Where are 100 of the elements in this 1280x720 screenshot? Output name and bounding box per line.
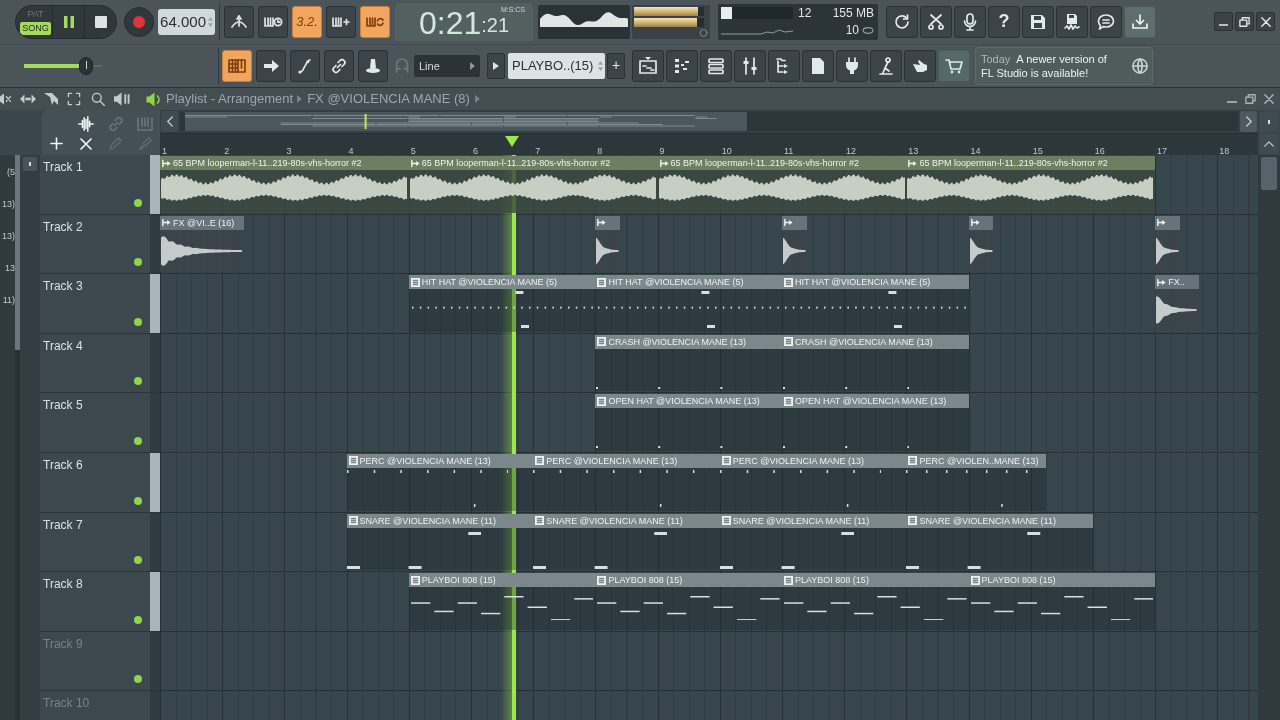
scrollbar-thumb[interactable] bbox=[15, 155, 20, 350]
clip-header[interactable]: 65 BPM looperman-l-11..219-80s-vhs-horror #2 bbox=[160, 156, 409, 170]
pattern-clip[interactable]: HIT HAT @VIOLENCIA MANE (5) bbox=[595, 275, 782, 332]
led-icon[interactable] bbox=[134, 317, 142, 326]
muted-speaker-icon[interactable] bbox=[0, 91, 12, 107]
clip-header[interactable]: OPEN HAT @VIOLENCIA MANE (13) bbox=[595, 394, 782, 409]
scroll-right-button[interactable] bbox=[1240, 111, 1257, 132]
wait-input-button[interactable] bbox=[258, 5, 288, 38]
clip-header[interactable]: PERC @VIOLENCIA MANE (13) bbox=[533, 453, 720, 468]
mode-toggle[interactable]: SONG bbox=[20, 22, 51, 36]
picker-scrollbar[interactable] bbox=[15, 155, 20, 720]
speaker-icon[interactable] bbox=[146, 91, 160, 107]
clip-header[interactable] bbox=[968, 215, 994, 230]
pattern-selector[interactable]: PLAYBO..(15) bbox=[508, 52, 605, 79]
pattern-clip[interactable]: PLAYBOI 808 (15) bbox=[782, 573, 969, 630]
picker-item[interactable]: 13) bbox=[2, 230, 15, 242]
pattern-play-button[interactable] bbox=[487, 52, 505, 79]
clip-header[interactable]: SNARE @VIOLENCIA MANE (11) bbox=[533, 513, 720, 528]
plugin-button[interactable] bbox=[836, 49, 868, 82]
picker-item[interactable]: 11) bbox=[2, 294, 15, 306]
led-icon[interactable] bbox=[134, 258, 142, 267]
clip-header[interactable]: PERC @VIOLEN..MANE (13) bbox=[906, 453, 1047, 468]
clip-header[interactable] bbox=[1155, 215, 1181, 230]
track-lane[interactable]: SNARE @VIOLENCIA MANE (11) SNARE @VIOLENCIA MANE (11) SNARE @VIOLENCIA MANE (11) SNARE @VIOLENCIA MANE (11) bbox=[160, 512, 1258, 573]
clip-header[interactable]: PERC @VIOLENCIA MANE (13) bbox=[346, 453, 534, 468]
clip-header[interactable]: PLAYBOI 808 (15) bbox=[595, 573, 782, 588]
master-volume-slider[interactable] bbox=[24, 56, 102, 75]
track-lane[interactable]: OPEN HAT @VIOLENCIA MANE (13) OPEN HAT @VIOLENCIA MANE (13) bbox=[160, 393, 1258, 453]
audio-clip[interactable] bbox=[595, 215, 621, 273]
export-button[interactable] bbox=[1056, 5, 1088, 38]
close-button[interactable] bbox=[1256, 12, 1275, 32]
pattern-clip[interactable]: PLAYBOI 808 (15) bbox=[408, 573, 596, 630]
clip-header[interactable]: HIT HAT @VIOLENCIA MANE (5) bbox=[408, 275, 596, 290]
clip-header[interactable]: 65 BPM looperman-l-11..219-80s-vhs-horror #2 bbox=[408, 156, 658, 170]
save-button[interactable] bbox=[1022, 5, 1054, 38]
pattern-clip[interactable]: OPEN HAT @VIOLENCIA MANE (13) bbox=[782, 394, 969, 451]
audio-clip[interactable]: FX @VI..E (16) bbox=[160, 215, 244, 273]
audio-clip[interactable] bbox=[1155, 215, 1181, 273]
led-icon[interactable] bbox=[134, 556, 142, 565]
clip-header[interactable]: SNARE @VIOLENCIA MANE (11) bbox=[346, 513, 534, 528]
figure-button[interactable] bbox=[870, 49, 902, 82]
clip-header[interactable]: SNARE @VIOLENCIA MANE (11) bbox=[719, 513, 907, 528]
cut-button[interactable] bbox=[920, 5, 952, 38]
browser-button[interactable] bbox=[768, 49, 800, 82]
countdown-button[interactable]: 3.2. bbox=[292, 5, 322, 38]
clip-header[interactable]: SNARE @VIOLENCIA MANE (11) bbox=[906, 513, 1093, 528]
dot-button[interactable] bbox=[23, 157, 37, 171]
metronome-button[interactable] bbox=[224, 5, 254, 38]
led-icon[interactable] bbox=[134, 615, 142, 624]
mode-toggle[interactable]: PAT bbox=[20, 8, 51, 22]
audio-clip[interactable]: 65 BPM looperman-l-11..219-80s-vhs-horror #2 bbox=[906, 156, 1156, 213]
dot-button[interactable] bbox=[1260, 112, 1278, 132]
pattern-clip[interactable]: CRASH @VIOLENCIA MANE (13) bbox=[595, 334, 782, 392]
clip-header[interactable]: CRASH @VIOLENCIA MANE (13) bbox=[595, 334, 782, 349]
audio-clip[interactable]: 65 BPM looperman-l-11..219-80s-vhs-horror #2 bbox=[160, 156, 409, 213]
clip-header[interactable] bbox=[782, 215, 807, 230]
chat-button[interactable] bbox=[1090, 5, 1122, 38]
speaker-bars-icon[interactable] bbox=[114, 92, 130, 106]
link-tool-button[interactable] bbox=[324, 49, 354, 82]
download-button[interactable] bbox=[1124, 5, 1156, 38]
scrollbar-thumb[interactable] bbox=[1261, 157, 1277, 190]
grid-tool-button[interactable] bbox=[222, 49, 252, 82]
pattern-clip[interactable]: SNARE @VIOLENCIA MANE (11) bbox=[719, 513, 907, 571]
pattern-clip[interactable]: PLAYBOI 808 (15) bbox=[595, 573, 782, 630]
loop-record-button[interactable] bbox=[360, 5, 390, 38]
step-edit-button[interactable] bbox=[326, 5, 356, 38]
slide-tool-button[interactable] bbox=[290, 49, 320, 82]
pattern-clip[interactable]: SNARE @VIOLENCIA MANE (11) bbox=[906, 513, 1093, 571]
track-lane[interactable]: HIT HAT @VIOLENCIA MANE (5) HIT HAT @VIOLENCIA MANE (5) HIT HAT @VIOLENCIA MANE (5) FX.. bbox=[160, 274, 1258, 334]
clip-header[interactable]: PERC @VIOLENCIA MANE (13) bbox=[719, 453, 907, 468]
pattern-clip[interactable]: PERC @VIOLENCIA MANE (13) bbox=[719, 453, 907, 511]
pattern-clip[interactable]: PLAYBOI 808 (15) bbox=[968, 573, 1156, 630]
project-button[interactable] bbox=[802, 49, 834, 82]
playhead-marker-icon[interactable] bbox=[505, 136, 520, 147]
close-icon[interactable] bbox=[1264, 94, 1274, 104]
record-audio-button[interactable] bbox=[954, 5, 986, 38]
double-arrow-icon[interactable] bbox=[20, 94, 36, 104]
pattern-clip[interactable]: OPEN HAT @VIOLENCIA MANE (13) bbox=[595, 394, 782, 451]
waveform-icon[interactable] bbox=[77, 115, 96, 133]
hand-button[interactable] bbox=[904, 49, 936, 82]
audio-clip[interactable]: 65 BPM looperman-l-11..219-80s-vhs-horror #2 bbox=[657, 156, 907, 213]
restore-icon[interactable] bbox=[1245, 94, 1256, 104]
led-icon[interactable] bbox=[134, 198, 142, 207]
pattern-clip[interactable]: SNARE @VIOLENCIA MANE (11) bbox=[346, 513, 534, 571]
clip-header[interactable]: HIT HAT @VIOLENCIA MANE (5) bbox=[782, 275, 969, 290]
clip-header[interactable] bbox=[595, 215, 621, 230]
pattern-clip[interactable]: CRASH @VIOLENCIA MANE (13) bbox=[782, 334, 969, 392]
clip-header[interactable]: PLAYBOI 808 (15) bbox=[968, 573, 1156, 588]
track-lane[interactable]: PLAYBOI 808 (15) PLAYBOI 808 (15) PLAYBOI 808 (15) PLAYBOI 808 (15) bbox=[160, 572, 1258, 632]
stamp-tool-button[interactable] bbox=[358, 49, 388, 82]
track-lane[interactable]: PERC @VIOLENCIA MANE (13) PERC @VIOLENCIA MANE (13) PERC @VIOLENCIA MANE (13) PERC @VIOLEN..MANE (13) bbox=[160, 452, 1258, 513]
picker-item[interactable]: (5 bbox=[7, 166, 15, 178]
record-button[interactable] bbox=[124, 6, 154, 37]
arrow-tool-button[interactable] bbox=[256, 49, 286, 82]
pattern-clip[interactable]: HIT HAT @VIOLENCIA MANE (5) bbox=[782, 275, 969, 332]
led-icon[interactable] bbox=[134, 675, 142, 684]
scroll-left-button[interactable] bbox=[161, 111, 178, 132]
mixer-button[interactable] bbox=[734, 49, 766, 82]
track-lane[interactable]: 65 BPM looperman-l-11..219-80s-vhs-horror #2 65 BPM looperman-l-11..219-80s-vhs-horror #2 65 BPM looperman-l-11..219-80s-vhs-horror #2 65 BPM looperman-l-11..219-80s-vhs-horror #2 bbox=[160, 155, 1258, 215]
pattern-clip[interactable]: PERC @VIOLENCIA MANE (13) bbox=[533, 453, 720, 511]
